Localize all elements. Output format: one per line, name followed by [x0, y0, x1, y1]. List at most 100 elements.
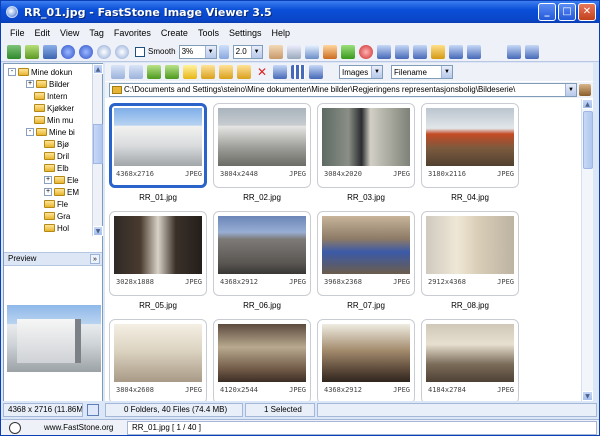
back-icon[interactable] — [111, 65, 125, 79]
thumbnail-filename[interactable]: RR_08.jpg — [421, 301, 519, 310]
thumbnail-tile[interactable]: 2912x4368 JPEG — [421, 211, 519, 296]
tree-item[interactable]: + Bilder — [26, 78, 69, 90]
grid-view-icon[interactable] — [291, 65, 305, 79]
thumbnail-filename[interactable]: RR_01.jpg — [109, 193, 207, 202]
menu-edit[interactable]: Edit — [35, 28, 51, 38]
minimize-button[interactable]: _ — [538, 3, 556, 21]
delete-icon[interactable]: ✕ — [255, 65, 269, 79]
collapse-icon[interactable]: - — [26, 128, 34, 136]
filter-select[interactable]: Images ▼ — [339, 65, 383, 79]
thumbnail-tile[interactable]: 3804x2448 JPEG — [213, 103, 311, 188]
ratio-select[interactable]: 2.0 ▼ — [232, 44, 263, 59]
thumbnail-tile[interactable]: 4368x2912 JPEG — [317, 319, 415, 401]
tree-item[interactable]: Fle — [44, 198, 68, 210]
thumbnail-tile[interactable]: 3084x2020 JPEG — [317, 103, 415, 188]
tree-item[interactable]: Kjøkker — [34, 102, 74, 114]
browse-icon[interactable] — [25, 44, 39, 59]
close-button[interactable]: ✕ — [578, 3, 596, 21]
copy-to-icon[interactable] — [201, 65, 215, 79]
scroll-up-icon[interactable]: ▲ — [93, 64, 103, 74]
favorites-star-icon[interactable] — [183, 65, 197, 79]
menu-tools[interactable]: Tools — [198, 28, 219, 38]
thumbnail-tile[interactable]: 4368x2716 JPEG — [109, 103, 207, 188]
title-bar[interactable]: RR_01.jpg - FastStone Image Viewer 3.5 _… — [1, 1, 599, 23]
expand-icon[interactable]: + — [44, 176, 52, 184]
next-icon[interactable] — [79, 44, 93, 59]
hand-tool-icon[interactable] — [268, 44, 283, 59]
chevron-down-icon[interactable]: ▼ — [565, 84, 576, 96]
thumbnail-tile[interactable]: 3804x2608 JPEG — [109, 319, 207, 401]
menu-help[interactable]: Help — [271, 28, 290, 38]
menu-create[interactable]: Create — [161, 28, 188, 38]
fit-window-icon[interactable] — [286, 44, 301, 59]
tree-item[interactable]: Bjø — [44, 138, 69, 150]
thumbnail-filename[interactable]: RR_04.jpg — [421, 193, 519, 202]
menu-view[interactable]: View — [60, 28, 79, 38]
thumbnail-tile[interactable]: 3968x2368 JPEG — [317, 211, 415, 296]
thumbnail-filename[interactable]: RR_07.jpg — [317, 301, 415, 310]
collapse-icon[interactable]: - — [8, 68, 16, 76]
thumbnail-tile[interactable]: 4184x2784 JPEG — [421, 319, 519, 401]
tree-item[interactable]: Hol — [44, 222, 69, 234]
thumbnail-tile[interactable]: 4368x2912 JPEG — [213, 211, 311, 296]
folder-tree[interactable]: - Mine dokun + Bilder Intern Kjøkker Min mu - Mi… — [4, 64, 92, 236]
details-view-icon[interactable] — [309, 65, 323, 79]
preview-toggle-button[interactable]: » — [90, 254, 100, 264]
red-eye-icon[interactable] — [358, 44, 373, 59]
slideshow-icon[interactable] — [448, 44, 463, 59]
tree-item[interactable]: + EM — [44, 186, 79, 198]
tree-scrollbar[interactable]: ▲ ▼ — [92, 64, 103, 236]
tree-item[interactable]: Dril — [44, 150, 69, 162]
up-folder-icon[interactable] — [147, 65, 161, 79]
thumbnail-view-icon[interactable] — [273, 65, 287, 79]
crop-icon[interactable] — [304, 44, 319, 59]
scroll-up-icon[interactable]: ▲ — [582, 99, 593, 109]
tree-item[interactable]: + Ele — [44, 174, 79, 186]
tree-item[interactable]: Intern — [34, 90, 67, 102]
resize-icon[interactable] — [322, 44, 337, 59]
maximize-viewer-icon[interactable] — [524, 44, 539, 59]
zoom-select[interactable]: 3% ▼ — [178, 44, 217, 59]
menu-tag[interactable]: Tag — [89, 28, 104, 38]
color-adjust-icon[interactable] — [340, 44, 355, 59]
compare-icon[interactable] — [376, 44, 391, 59]
smooth-checkbox[interactable] — [135, 46, 145, 57]
tree-item[interactable]: Min mu — [34, 114, 73, 126]
layout-icon[interactable] — [506, 44, 521, 59]
email-icon[interactable] — [430, 44, 445, 59]
tree-scroll-thumb[interactable] — [93, 124, 103, 164]
grid-scrollbar[interactable]: ▲ ▼ — [581, 99, 593, 401]
scroll-down-icon[interactable]: ▼ — [582, 391, 593, 401]
new-folder-icon[interactable] — [237, 65, 251, 79]
sort-select[interactable]: Filename ▼ — [391, 65, 453, 79]
zoom-dropdown-icon[interactable] — [218, 44, 229, 59]
rotate-left-icon[interactable] — [394, 44, 409, 59]
move-to-icon[interactable] — [219, 65, 233, 79]
broom-icon[interactable] — [579, 84, 591, 96]
rotate-right-icon[interactable] — [412, 44, 427, 59]
expand-icon[interactable]: + — [44, 188, 52, 196]
thumbnail-filename[interactable]: RR_05.jpg — [109, 301, 207, 310]
thumbnail-filename[interactable]: RR_02.jpg — [213, 193, 311, 202]
website-link[interactable]: www.FastStone.org — [23, 421, 125, 435]
previous-icon[interactable] — [61, 44, 75, 59]
grid-scroll-thumb[interactable] — [583, 111, 593, 169]
full-screen-icon[interactable] — [466, 44, 481, 59]
thumbnail-tile[interactable]: 4120x2544 JPEG — [213, 319, 311, 401]
tree-item[interactable]: Elb — [44, 162, 69, 174]
fit-icon[interactable] — [87, 404, 99, 416]
thumbnail-tile[interactable]: 3028x1888 JPEG — [109, 211, 207, 296]
expand-icon[interactable]: + — [26, 80, 34, 88]
thumbnail-filename[interactable]: RR_03.jpg — [317, 193, 415, 202]
refresh-icon[interactable] — [165, 65, 179, 79]
thumbnail-tile[interactable]: 3180x2116 JPEG — [421, 103, 519, 188]
menu-favorites[interactable]: Favorites — [114, 28, 151, 38]
forward-icon[interactable] — [129, 65, 143, 79]
zoom-in-icon[interactable] — [97, 44, 111, 59]
zoom-out-icon[interactable] — [115, 44, 129, 59]
open-icon[interactable] — [7, 44, 21, 59]
tree-item[interactable]: Gra — [44, 210, 70, 222]
menu-settings[interactable]: Settings — [229, 28, 262, 38]
path-input[interactable]: C:\Documents and Settings\steino\Mine do… — [109, 83, 577, 97]
tree-item[interactable]: - Mine dokun — [8, 66, 72, 78]
